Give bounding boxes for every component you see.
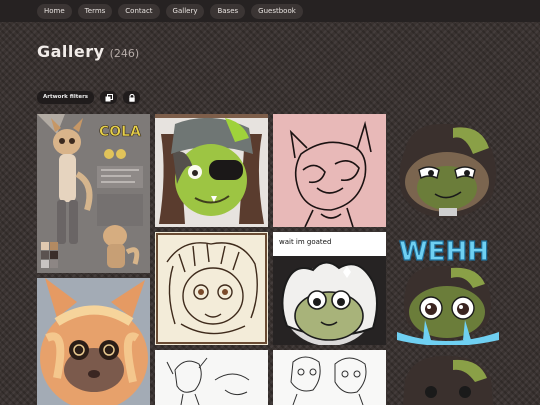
gallery-item-meme[interactable]: wait im goated bbox=[273, 232, 386, 345]
gallery-item-pink-lineart[interactable] bbox=[273, 114, 386, 227]
artwork-filters-button[interactable]: Artwork filters bbox=[37, 91, 95, 104]
nav-home[interactable]: Home bbox=[37, 3, 72, 19]
wehh-text: WEHH bbox=[399, 237, 489, 267]
ref-sheet-title: COLA bbox=[99, 124, 141, 140]
gallery-item-reference-sheet[interactable]: COLA bbox=[37, 114, 150, 273]
gallery-item-fluffy-face[interactable] bbox=[37, 278, 150, 405]
page-title: Gallery bbox=[37, 42, 105, 61]
nav-bases[interactable]: Bases bbox=[210, 3, 246, 19]
gallery-item-wehh-emote[interactable]: WEHH bbox=[391, 232, 504, 345]
gallery-item-eyepatch-portrait[interactable] bbox=[155, 114, 268, 227]
gallery-item-sketch-beige[interactable] bbox=[155, 232, 268, 345]
nav-contact[interactable]: Contact bbox=[118, 3, 160, 19]
gallery-toolbar: Artwork filters bbox=[37, 91, 141, 104]
top-navigation: Home Terms Contact Gallery Bases Guestbo… bbox=[0, 0, 540, 22]
artwork-count: (246) bbox=[109, 47, 140, 60]
gallery-item-couple-sketch[interactable] bbox=[273, 350, 386, 405]
gallery-item-smug-emote[interactable] bbox=[391, 114, 504, 227]
copy-icon[interactable] bbox=[100, 91, 118, 104]
nav-terms[interactable]: Terms bbox=[77, 3, 113, 19]
meme-caption: wait im goated bbox=[279, 238, 332, 246]
page-header: Gallery (246) bbox=[37, 42, 139, 61]
lock-icon[interactable] bbox=[123, 91, 141, 104]
gallery-item-emote-partial[interactable] bbox=[391, 350, 504, 405]
nav-gallery[interactable]: Gallery bbox=[165, 3, 205, 19]
nav-guestbook[interactable]: Guestbook bbox=[251, 3, 303, 19]
gallery-item-lineart-sketch[interactable] bbox=[155, 350, 268, 405]
